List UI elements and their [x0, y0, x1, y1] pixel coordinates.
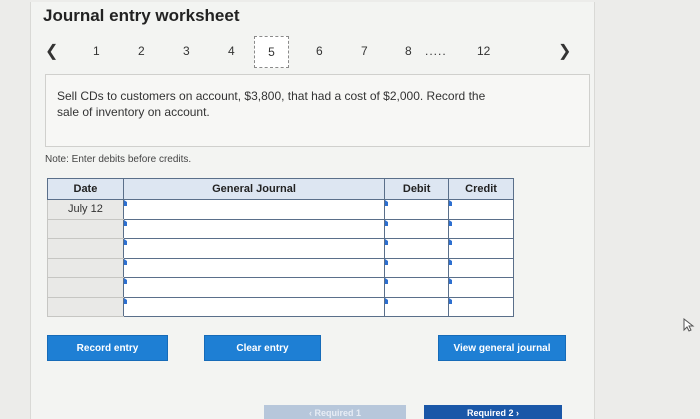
debit-input[interactable]	[384, 277, 450, 298]
debit-input[interactable]	[384, 296, 450, 317]
table-row	[47, 238, 514, 259]
page-navigator: ❮ 1 2 3 4 5 6 7 8 ..... 12 ❯	[31, 32, 596, 76]
debit-input[interactable]	[384, 199, 450, 220]
credit-input[interactable]	[448, 257, 514, 278]
question-box: Sell CDs to customers on account, $3,800…	[45, 74, 590, 147]
credit-input[interactable]	[448, 277, 514, 298]
date-cell	[47, 277, 124, 298]
journal-table: Date General Journal Debit Credit July 1…	[47, 178, 514, 317]
page-link-2[interactable]: 2	[138, 44, 145, 58]
page-link-1[interactable]: 1	[93, 44, 100, 58]
page-link-3[interactable]: 3	[183, 44, 190, 58]
debit-input[interactable]	[384, 257, 450, 278]
chevron-right-icon: ›	[513, 408, 519, 418]
page-link-8[interactable]: 8	[405, 44, 412, 58]
page-link-4[interactable]: 4	[228, 44, 235, 58]
date-cell	[47, 238, 124, 259]
date-cell	[47, 218, 124, 239]
table-row	[47, 257, 514, 278]
credit-input[interactable]	[448, 199, 514, 220]
account-select[interactable]	[122, 296, 386, 317]
credit-input[interactable]	[448, 296, 514, 317]
next-required-button[interactable]: Required 2 ›	[424, 405, 562, 419]
debit-input[interactable]	[384, 238, 450, 259]
column-header-date: Date	[47, 178, 124, 200]
column-header-credit: Credit	[448, 178, 514, 200]
clear-entry-button[interactable]: Clear entry	[204, 335, 321, 361]
date-cell	[47, 296, 124, 317]
date-cell	[47, 257, 124, 278]
page-link-12[interactable]: 12	[477, 44, 490, 58]
chevron-left-icon[interactable]: ❮	[45, 41, 58, 61]
chevron-right-icon[interactable]: ❯	[558, 41, 571, 61]
page-ellipsis: .....	[425, 44, 447, 58]
mouse-pointer-icon	[683, 318, 695, 332]
account-select[interactable]	[122, 238, 386, 259]
table-header-row: Date General Journal Debit Credit	[47, 178, 514, 200]
page-link-7[interactable]: 7	[361, 44, 368, 58]
instruction-note: Note: Enter debits before credits.	[45, 154, 192, 165]
credit-input[interactable]	[448, 238, 514, 259]
column-header-general-journal: General Journal	[122, 178, 386, 200]
prev-required-button[interactable]: ‹ Required 1	[264, 405, 406, 419]
page-title: Journal entry worksheet	[43, 6, 240, 25]
page-link-current[interactable]: 5	[254, 36, 289, 68]
account-select[interactable]	[122, 218, 386, 239]
table-row: July 12	[47, 199, 514, 220]
table-row	[47, 296, 514, 317]
table-row	[47, 277, 514, 298]
credit-input[interactable]	[448, 218, 514, 239]
prev-required-label: Required 1	[314, 408, 361, 418]
account-select[interactable]	[122, 277, 386, 298]
column-header-debit: Debit	[384, 178, 450, 200]
date-cell: July 12	[47, 199, 124, 220]
record-entry-button[interactable]: Record entry	[47, 335, 168, 361]
next-required-label: Required 2	[466, 408, 514, 418]
debit-input[interactable]	[384, 218, 450, 239]
question-text: Sell CDs to customers on account, $3,800…	[57, 89, 486, 119]
table-row	[47, 218, 514, 239]
account-select[interactable]	[122, 257, 386, 278]
page-link-6[interactable]: 6	[316, 44, 323, 58]
view-general-journal-button[interactable]: View general journal	[438, 335, 566, 361]
account-select[interactable]	[122, 199, 386, 220]
worksheet-panel: Journal entry worksheet ❮ 1 2 3 4 5 6 7 …	[30, 2, 595, 419]
